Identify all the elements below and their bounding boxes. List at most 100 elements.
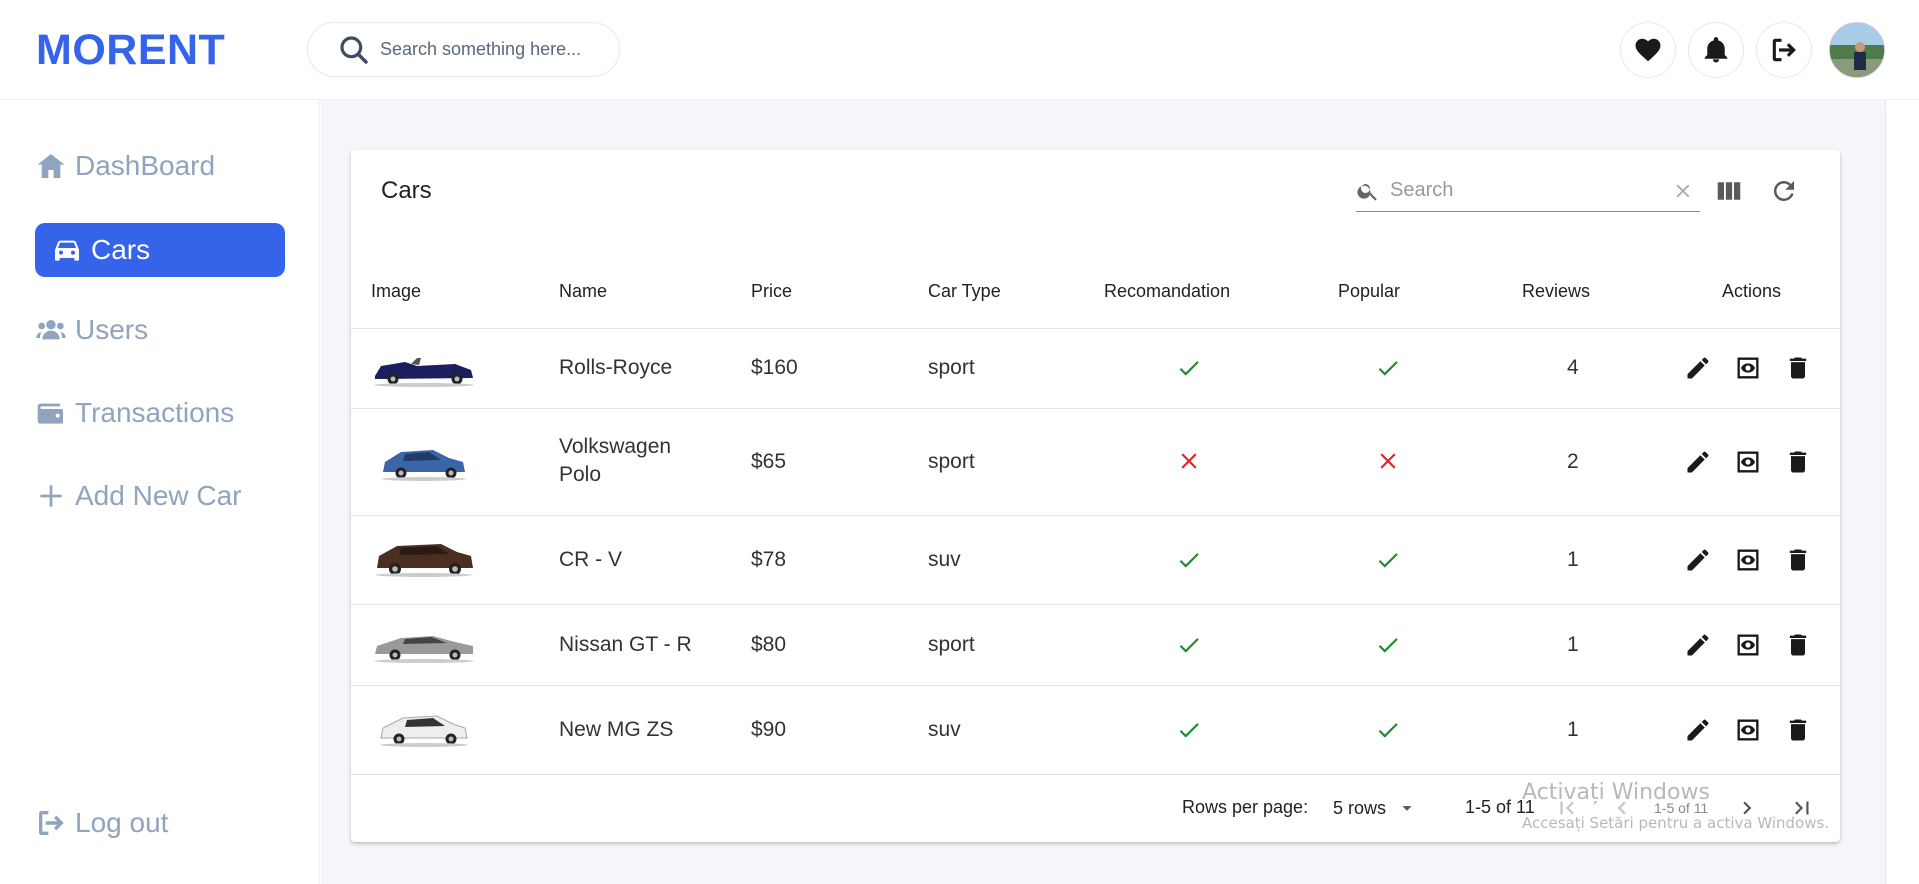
car-type: sport bbox=[928, 450, 975, 473]
car-price: $160 bbox=[751, 356, 798, 379]
column-header-car-type[interactable]: Car Type bbox=[928, 281, 1001, 302]
car-name-line-2: Polo bbox=[559, 463, 602, 486]
eye-icon bbox=[1737, 451, 1759, 473]
view-button[interactable] bbox=[1734, 546, 1762, 580]
edit-button[interactable] bbox=[1684, 448, 1712, 482]
eye-icon bbox=[1737, 357, 1759, 379]
car-image bbox=[376, 544, 473, 577]
car-type: sport bbox=[928, 633, 975, 656]
search-placeholder: Search something here... bbox=[380, 39, 582, 59]
popular-check-icon bbox=[1375, 547, 1401, 579]
recommendation-check-icon bbox=[1176, 717, 1202, 749]
car-image bbox=[374, 636, 474, 663]
search-icon bbox=[340, 35, 368, 64]
home-icon bbox=[37, 154, 65, 178]
wallet-icon bbox=[37, 403, 63, 424]
sign-out-icon bbox=[39, 811, 64, 835]
sidebar-item-label: Transactions bbox=[75, 397, 235, 428]
sidebar-item-dashboard[interactable]: DashBoard bbox=[35, 150, 215, 182]
trash-icon bbox=[1789, 357, 1807, 379]
car-name: CR - V bbox=[559, 548, 622, 571]
column-header-price[interactable]: Price bbox=[751, 281, 792, 302]
recommendation-check-icon bbox=[1176, 355, 1202, 387]
column-header-popular[interactable]: Popular bbox=[1338, 281, 1400, 302]
view-button[interactable] bbox=[1734, 716, 1762, 750]
sidebar-item-label: DashBoard bbox=[75, 150, 216, 181]
edit-button[interactable] bbox=[1684, 631, 1712, 665]
notifications-button[interactable] bbox=[1688, 22, 1744, 78]
trash-icon bbox=[1789, 451, 1807, 473]
car-name: Nissan GT - R bbox=[559, 633, 692, 656]
divider bbox=[351, 515, 1840, 516]
column-header-image[interactable]: Image bbox=[371, 281, 421, 302]
edit-button[interactable] bbox=[1684, 716, 1712, 750]
delete-button[interactable] bbox=[1784, 631, 1812, 665]
recommendation-cross-icon bbox=[1176, 448, 1202, 480]
column-header-actions: Actions bbox=[1722, 281, 1782, 301]
view-button[interactable] bbox=[1734, 631, 1762, 665]
sign-out-icon bbox=[1772, 38, 1796, 62]
trash-icon bbox=[1789, 549, 1807, 571]
car-name-line-1: Volkswagen bbox=[559, 435, 672, 458]
clear-icon[interactable] bbox=[1672, 180, 1694, 202]
eye-icon bbox=[1737, 719, 1759, 741]
edit-icon bbox=[1687, 357, 1709, 379]
logo[interactable]: MORENT bbox=[36, 26, 225, 75]
edit-icon bbox=[1687, 634, 1709, 656]
column-header-recommendation[interactable]: Recomandation bbox=[1104, 281, 1230, 302]
columns-button[interactable] bbox=[1714, 176, 1744, 206]
edit-icon bbox=[1687, 719, 1709, 741]
delete-button[interactable] bbox=[1784, 716, 1812, 750]
delete-button[interactable] bbox=[1784, 546, 1812, 580]
view-button[interactable] bbox=[1734, 448, 1762, 482]
favorites-button[interactable] bbox=[1620, 22, 1676, 78]
global-search-input[interactable]: Search something here... bbox=[307, 22, 620, 77]
eye-icon bbox=[1737, 634, 1759, 656]
car-price: $90 bbox=[751, 718, 787, 741]
delete-button[interactable] bbox=[1784, 448, 1812, 482]
car-price: $65 bbox=[751, 450, 787, 473]
popular-check-icon bbox=[1375, 632, 1401, 664]
avatar-photo-icon bbox=[1830, 23, 1884, 77]
sidebar-item-add-new-car[interactable]: Add New Car bbox=[35, 480, 242, 512]
chevron-down-icon bbox=[1402, 806, 1412, 811]
divider bbox=[351, 604, 1840, 605]
sidebar-item-label: Users bbox=[75, 314, 149, 345]
table-title: Cars bbox=[381, 177, 432, 204]
column-header-name[interactable]: Name bbox=[559, 281, 607, 302]
car-name: Rolls-Royce bbox=[559, 356, 673, 379]
logout-button[interactable]: Log out bbox=[35, 807, 168, 839]
bell-icon bbox=[1704, 37, 1728, 63]
divider bbox=[351, 685, 1840, 686]
edit-button[interactable] bbox=[1684, 354, 1712, 388]
view-button[interactable] bbox=[1734, 354, 1762, 388]
edit-icon bbox=[1687, 549, 1709, 571]
car-price: $80 bbox=[751, 633, 787, 656]
car-image bbox=[382, 450, 466, 481]
refresh-button[interactable] bbox=[1769, 176, 1799, 206]
car-reviews: 1 bbox=[1567, 633, 1579, 656]
scrollbar-track[interactable] bbox=[1885, 100, 1919, 884]
sidebar-item-users[interactable]: Users bbox=[35, 314, 148, 346]
sidebar-item-transactions[interactable]: Transactions bbox=[35, 397, 234, 429]
heart-icon bbox=[1635, 38, 1661, 62]
trash-icon bbox=[1789, 634, 1807, 656]
edit-icon bbox=[1687, 451, 1709, 473]
recommendation-check-icon bbox=[1176, 547, 1202, 579]
column-header-reviews[interactable]: Reviews bbox=[1522, 281, 1590, 302]
table-search-input[interactable]: Search bbox=[1356, 170, 1700, 212]
rows-per-page-label: Rows per page: bbox=[1182, 797, 1309, 817]
popular-cross-icon bbox=[1375, 448, 1401, 480]
logout-header-button[interactable] bbox=[1756, 22, 1812, 78]
sidebar-item-cars[interactable]: Cars bbox=[35, 223, 285, 277]
popular-check-icon bbox=[1375, 717, 1401, 749]
rows-per-page-select[interactable]: 5 rows bbox=[1333, 797, 1418, 819]
refresh-icon bbox=[1773, 180, 1794, 201]
edit-button[interactable] bbox=[1684, 546, 1712, 580]
car-type: suv bbox=[928, 718, 961, 741]
divider bbox=[351, 774, 1840, 775]
avatar[interactable] bbox=[1829, 22, 1885, 78]
popular-check-icon bbox=[1375, 355, 1401, 387]
delete-button[interactable] bbox=[1784, 354, 1812, 388]
car-type: sport bbox=[928, 356, 975, 379]
